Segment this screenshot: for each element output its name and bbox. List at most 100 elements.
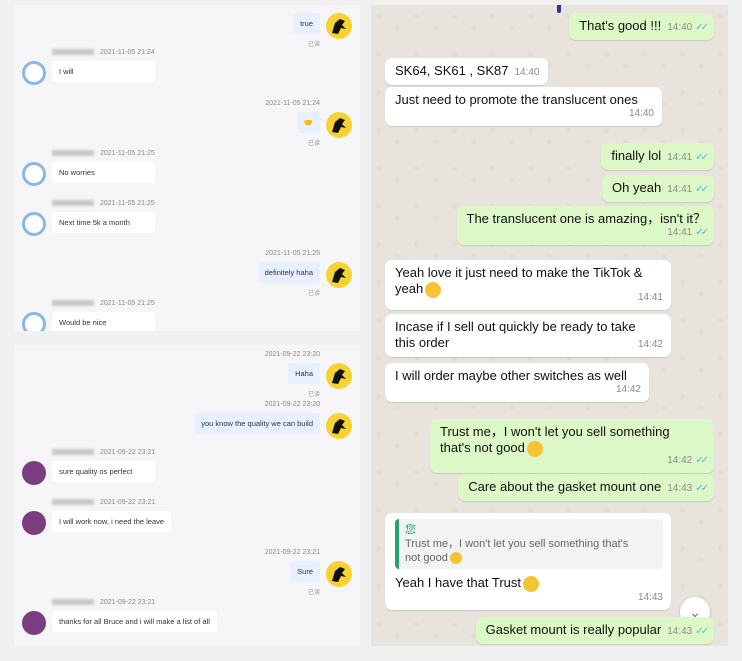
message-time: 14:43 ✓✓ <box>667 483 709 494</box>
message-out[interactable]: Oh yeah 14:41 ✓✓ <box>602 175 714 202</box>
message-in[interactable]: I will order maybe other switches as wel… <box>385 363 649 402</box>
message-time: 14:43 ✓✓ <box>667 626 709 637</box>
read-ticks-icon: ✓✓ <box>695 626 709 637</box>
avatar[interactable] <box>22 212 46 236</box>
message-time: 2021-11-05 21:25 <box>100 300 155 307</box>
message-out[interactable]: The translucent one is amazing，isn't it？… <box>456 206 714 245</box>
avatar[interactable] <box>22 162 46 186</box>
message-bubble[interactable]: Haha <box>288 363 320 384</box>
read-status: 已读 <box>307 141 320 147</box>
message-time: 14:42 <box>615 384 641 395</box>
message-bubble[interactable]: true <box>293 13 320 34</box>
avatar-horse-icon[interactable] <box>326 13 352 39</box>
message-time: 14:43 <box>637 591 663 603</box>
read-ticks-icon: ✓✓ <box>695 152 709 163</box>
message-time: 2021-11-05 21:25 <box>265 250 320 257</box>
chat-panel-bottom-left: 2021-09-22 23:20 Haha 已读 2021-09-22 23:20 y… <box>14 345 360 646</box>
read-status: 已读 <box>307 291 320 297</box>
message-time: 2021-09-22 23:21 <box>100 449 156 456</box>
message-bubble[interactable]: Next time 5k a month <box>52 212 155 233</box>
read-ticks-icon: ✓✓ <box>695 22 709 33</box>
blurred-name <box>52 599 94 606</box>
sweat-smile-emoji-icon <box>449 552 462 565</box>
blurred-name <box>52 150 94 157</box>
heart-eyes-emoji-icon <box>425 281 442 298</box>
message-out: 2021-11-05 21:24 🤝 已读 <box>259 100 352 147</box>
message-out: 2021-09-22 23:20 Haha 已读 <box>259 351 352 398</box>
avatar-horse-icon[interactable] <box>326 112 352 138</box>
message-bubble[interactable]: I will <box>52 61 155 82</box>
avatar[interactable] <box>22 611 46 635</box>
quoted-message[interactable]: 您 Trust me，I won't let you sell something… <box>395 519 663 569</box>
message-time: 2021-11-05 21:25 <box>100 200 155 207</box>
blurred-name <box>52 449 94 456</box>
message-in: 2021-11-05 21:25 No worries <box>22 150 161 186</box>
read-ticks-icon: ✓✓ <box>695 227 709 238</box>
blurred-name <box>52 49 94 56</box>
avatar[interactable] <box>22 61 46 85</box>
read-status: 已读 <box>307 392 320 398</box>
message-in[interactable]: Just need to promote the translucent one… <box>385 87 662 126</box>
message-bubble[interactable]: definitely haha <box>257 262 320 283</box>
avatar-horse-icon[interactable] <box>326 262 352 288</box>
chat-panel-top-left: true 已读 2021-11-05 21:24 I will 2021-11-05… <box>14 5 360 331</box>
pleading-emoji-icon <box>523 575 539 592</box>
message-in[interactable]: Incase if I sell out quickly be ready to… <box>385 314 671 357</box>
avatar-horse-icon[interactable] <box>326 561 352 587</box>
message-out[interactable]: Care about the gasket mount one 14:43 ✓✓ <box>458 474 714 501</box>
message-time: 2021-09-22 23:21 <box>264 549 320 556</box>
read-status: 已读 <box>307 590 320 596</box>
avatar-horse-icon[interactable] <box>326 363 352 389</box>
sweat-smile-emoji-icon <box>526 440 543 457</box>
message-time: 14:41 ✓✓ <box>667 227 709 238</box>
message-time: 2021-09-22 23:21 <box>100 499 156 506</box>
avatar-horse-icon[interactable] <box>326 413 352 439</box>
message-time: 2021-09-22 23:20 <box>264 351 320 358</box>
message-in: 2021-09-22 23:21 sure quality os perfect <box>22 449 161 485</box>
message-time: 14:40 <box>628 108 654 119</box>
message-bubble[interactable]: you know the quality we can build <box>194 413 320 434</box>
message-bubble[interactable]: 🤝 <box>296 112 320 133</box>
message-bubble[interactable]: No worries <box>52 162 155 183</box>
message-bubble[interactable]: Sure <box>290 561 320 582</box>
message-in: 2021-09-22 23:21 thanks for all Bruce and… <box>22 599 223 635</box>
message-time: 2021-09-22 23:21 <box>100 599 156 606</box>
message-bubble[interactable]: sure quality os perfect <box>52 461 156 482</box>
message-out[interactable]: Gasket mount is really popular 14:43 ✓✓ <box>475 617 714 644</box>
message-time: 2021-11-05 21:24 <box>265 100 320 107</box>
message-bubble[interactable]: I will work now, i need the leave <box>52 511 172 532</box>
message-bubble[interactable]: thanks for all Bruce and i will make a l… <box>52 611 217 632</box>
message-out: 2021-09-22 23:21 Sure 已读 <box>259 549 352 596</box>
message-out[interactable]: finally lol 14:41 ✓✓ <box>601 143 714 170</box>
message-out[interactable]: Trust me，I won't let you sell something t… <box>430 419 714 473</box>
message-out[interactable]: That's good !!! 14:40 ✓✓ <box>569 13 714 40</box>
quote-author: 您 <box>405 524 416 536</box>
message-in: 2021-11-05 21:25 Next time 5k a month <box>22 200 161 236</box>
message-time: 14:41 ✓✓ <box>667 152 709 163</box>
message-in[interactable]: SK64, SK61 , SK87 14:40 <box>385 58 548 85</box>
message-time: 14:42 ✓✓ <box>667 454 709 466</box>
message-bubble[interactable]: Would be nice <box>52 312 155 331</box>
read-ticks-icon: ✓✓ <box>695 184 709 195</box>
read-status: 已读 <box>307 42 320 48</box>
message-out: 2021-09-22 23:20 you know the quality we … <box>188 401 352 439</box>
message-time: 2021-11-05 21:24 <box>100 49 155 56</box>
avatar[interactable] <box>22 312 46 331</box>
message-time: 14:40 ✓✓ <box>667 22 709 33</box>
message-out: 2021-11-05 21:25 definitely haha 已读 <box>252 250 352 297</box>
message-in[interactable]: 您 Trust me，I won't let you sell something… <box>385 513 671 610</box>
message-time: 14:41 ✓✓ <box>667 184 709 195</box>
message-time: 2021-09-22 23:20 <box>264 401 320 408</box>
message-in[interactable]: Yeah love it just need to make the TikTo… <box>385 260 671 310</box>
blurred-name <box>52 300 94 307</box>
message-in: 2021-11-05 21:25 Would be nice <box>22 300 161 331</box>
avatar[interactable] <box>22 461 46 485</box>
blurred-name <box>52 200 94 207</box>
chat-edge-marker <box>557 5 561 13</box>
read-ticks-icon: ✓✓ <box>695 483 709 494</box>
blurred-name <box>52 499 94 506</box>
message-in: 2021-11-05 21:24 I will <box>22 49 161 85</box>
avatar[interactable] <box>22 511 46 535</box>
message-time: 2021-11-05 21:25 <box>100 150 155 157</box>
message-time: 14:40 <box>514 67 540 78</box>
